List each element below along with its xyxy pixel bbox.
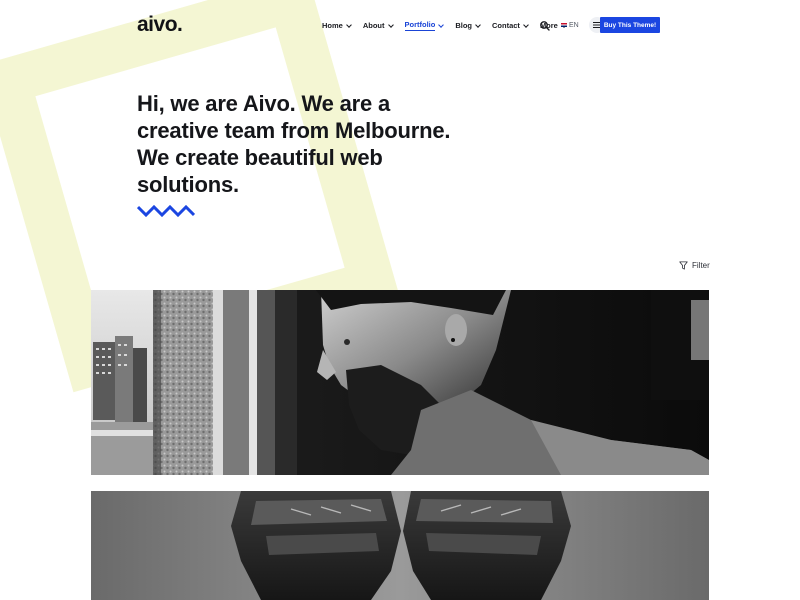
hero-title: Hi, we are Aivo. We are a creative team …	[137, 90, 537, 198]
header-tools: EN	[539, 17, 605, 33]
filter-icon	[679, 261, 688, 270]
site-header: aivo. Home About Portfolio Blog Contact	[0, 0, 800, 52]
hero-line: We create beautiful web	[137, 145, 383, 170]
nav-item-portfolio[interactable]: Portfolio	[404, 20, 445, 31]
nav-item-about[interactable]: About	[362, 20, 394, 31]
nav-item-label: Contact	[492, 20, 520, 30]
hero-line: solutions.	[137, 172, 239, 197]
portfolio-item[interactable]	[91, 491, 709, 600]
chevron-down-icon	[438, 21, 445, 28]
search-icon[interactable]	[539, 19, 551, 31]
logo[interactable]: aivo.	[137, 13, 183, 37]
chevron-down-icon	[475, 21, 481, 28]
portfolio-image-man	[91, 290, 709, 475]
portfolio-item[interactable]	[91, 290, 709, 475]
filter-button[interactable]: Filter	[679, 261, 710, 270]
language-label: EN	[569, 21, 579, 29]
nav-item-home[interactable]: Home	[322, 20, 352, 31]
flag-icon	[561, 23, 567, 27]
nav-item-label: Home	[322, 20, 343, 30]
chevron-down-icon	[346, 21, 352, 28]
nav-item-contact[interactable]: Contact	[492, 20, 529, 31]
language-switcher[interactable]: EN	[561, 22, 579, 29]
page: aivo. Home About Portfolio Blog Contact	[0, 0, 800, 600]
chevron-down-icon	[387, 21, 394, 28]
nav-item-label: Portfolio	[404, 20, 436, 31]
nav-item-label: About	[362, 20, 385, 30]
buy-theme-button[interactable]: Buy This Theme!	[600, 17, 660, 33]
chevron-down-icon	[523, 21, 529, 28]
hero-line: creative team from Melbourne.	[137, 118, 451, 143]
nav-item-blog[interactable]: Blog	[455, 20, 481, 31]
main-nav: Home About Portfolio Blog Contact More	[322, 20, 567, 31]
zigzag-divider	[137, 205, 195, 217]
portfolio-image-gloves	[91, 491, 709, 600]
hero-line: Hi, we are Aivo. We are a	[137, 91, 391, 116]
filter-label: Filter	[692, 261, 710, 270]
nav-item-label: Blog	[455, 20, 473, 30]
